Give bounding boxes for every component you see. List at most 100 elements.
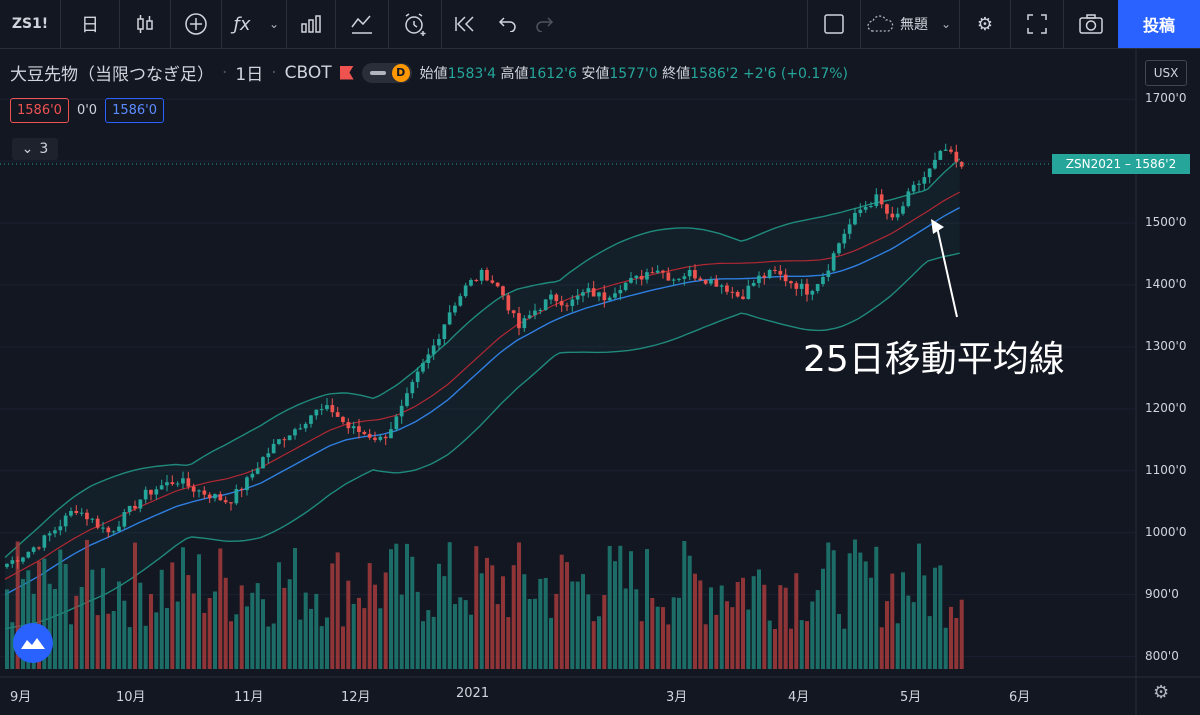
data-status-pill[interactable]: D [361,62,412,83]
gear-icon[interactable]: ⚙ [960,0,1010,48]
volume-bar [341,626,345,669]
candle-body [522,318,527,329]
tradingview-logo[interactable] [13,623,53,663]
volume-bar [474,546,479,669]
candle-body [815,284,820,291]
interval-button[interactable]: 日 [61,0,119,48]
volume-bar [122,600,127,669]
chevron-down-icon[interactable]: ⌄ [933,0,959,48]
price-chart[interactable] [0,49,1200,715]
candle-body [709,279,713,284]
volume-bar [138,582,143,669]
candle-body [357,426,361,432]
candle-body [469,280,473,286]
candle-body [773,270,777,271]
candle-body [613,293,617,298]
redo-icon[interactable] [526,0,562,48]
volume-bar [746,609,751,669]
fullscreen-icon[interactable] [1011,0,1063,48]
candle-body [325,405,329,410]
volume-bar [517,542,521,669]
high-value: 1612'6 [528,65,577,82]
camera-icon[interactable] [1064,0,1118,48]
y-tick-label: 1700'0 [1145,91,1187,106]
chart-legend: 大豆先物（当限つなぎ足） · 1日 · CBOT D 始値1583'4 高値16… [10,60,848,85]
candle-body [693,270,697,279]
volume-bar [53,589,57,669]
volume-bar [655,606,660,669]
candle-body [831,253,836,271]
y-tick-label: 1000'0 [1145,524,1187,539]
buy-price-box[interactable]: 1586'0 [105,98,164,123]
volume-bar [890,573,895,669]
indicator-collapse-button[interactable]: ⌄ 3 [12,138,58,160]
volume-bar [223,577,228,669]
currency-button[interactable]: USX [1145,60,1187,86]
post-button[interactable]: 投稿 [1118,0,1200,48]
alarm-clock-icon[interactable] [389,0,441,48]
candle-body [58,526,63,531]
candle-body [394,416,399,430]
replay-icon[interactable] [442,0,490,48]
volume-bar [191,593,196,669]
candle-body [666,272,671,281]
y-tick-label: 1500'0 [1145,215,1187,230]
candle-body [639,275,644,280]
candle-body [218,494,223,501]
volume-bar [543,578,548,669]
templates-icon[interactable] [287,0,335,48]
x-tick-label: 3月 [666,690,688,705]
ohlc-values: 始値1583'4 高値1612'6 安値1577'0 終値1586'2 +2'6… [420,63,848,83]
volume-bar [394,543,399,669]
compare-add-icon[interactable] [171,0,221,48]
candle-body [213,494,217,499]
candle-body [570,299,575,306]
candle-style-icon[interactable] [120,0,170,48]
gear-icon[interactable]: ⚙ [1153,682,1169,703]
volume-bar [831,550,836,669]
volume-bar [5,589,9,669]
volume-bar [533,598,537,669]
volume-bar [639,621,644,669]
x-tick-label: 11月 [234,690,264,705]
candle-body [431,345,436,355]
volume-bar [111,611,116,669]
volume-bar [58,549,63,669]
cloud-save-button[interactable]: 無題 [861,0,933,48]
volume-bar [437,563,441,669]
candle-body [495,282,500,287]
y-tick-label: 800'0 [1145,648,1179,663]
volume-bar [357,597,361,669]
candle-body [170,482,175,485]
volume-bar [501,576,505,669]
indicators-icon[interactable]: ƒx [222,0,262,48]
candle-body [730,291,735,293]
candle-body [37,547,41,549]
volume-bar [410,556,415,669]
candle-body [383,436,388,439]
undo-icon[interactable] [490,0,526,48]
candle-body [165,482,169,486]
volume-bar [933,567,937,669]
chevron-down-icon[interactable]: ⌄ [262,0,286,48]
candle-body [239,489,244,491]
indicator-count: 3 [39,141,49,157]
candle-body [559,301,564,306]
volume-bar [661,607,665,669]
candle-body [26,551,31,558]
sell-price-box[interactable]: 1586'0 [10,98,69,123]
volume-bar [90,569,95,669]
layout-icon[interactable] [808,0,860,48]
candle-body [293,429,297,436]
candle-body [565,305,569,307]
legend-dot: · [222,62,228,83]
candle-body [31,547,36,552]
volume-bar [239,585,244,669]
volume-bar [954,618,959,669]
volume-bar [399,594,404,669]
candle-body [698,278,703,281]
strategy-icon[interactable] [336,0,388,48]
volume-bar [277,562,281,669]
y-tick-label: 1300'0 [1145,338,1187,353]
symbol-button[interactable]: ZS1! [0,0,61,48]
